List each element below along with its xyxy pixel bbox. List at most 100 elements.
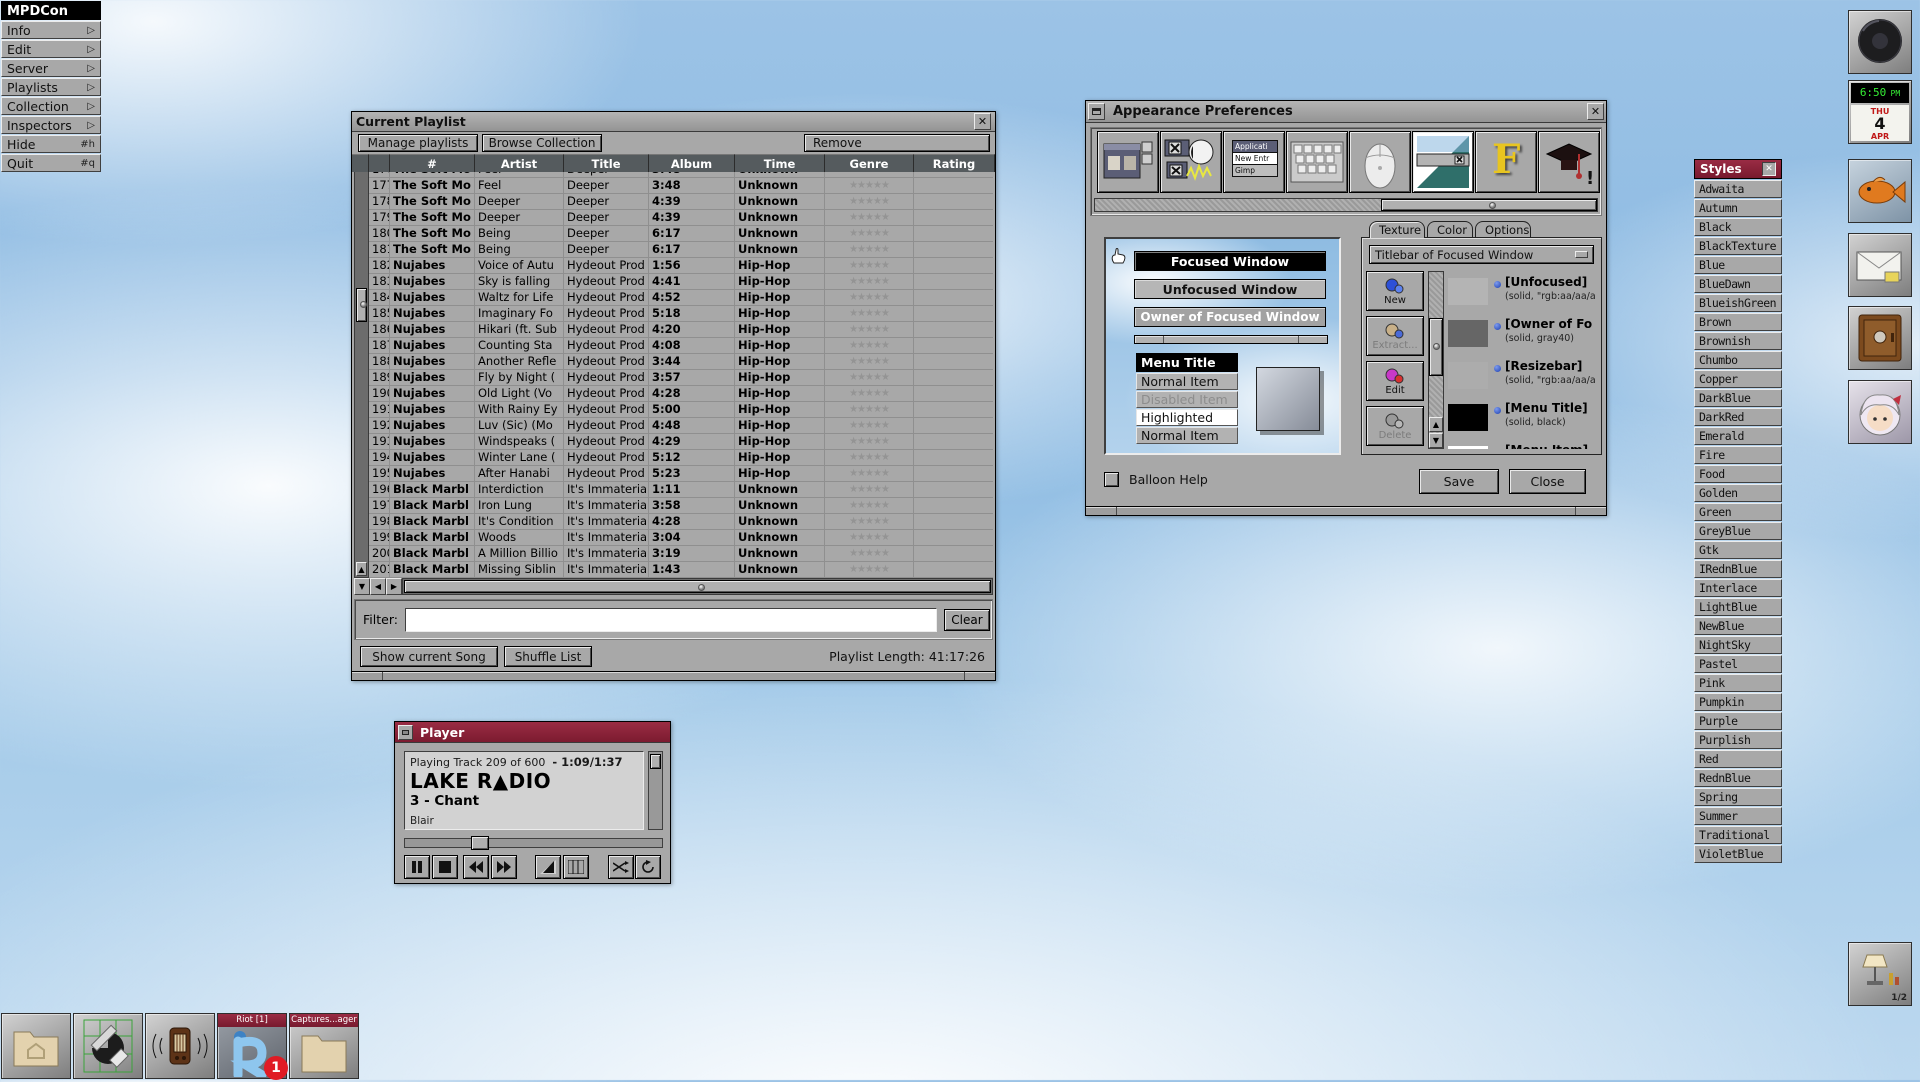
style-item-irednblue[interactable]: IRednBlue [1694, 560, 1782, 578]
keyboard-theme-icon[interactable] [1286, 131, 1348, 193]
style-item-bluedawn[interactable]: BlueDawn [1694, 275, 1782, 293]
table-row[interactable]: 193NujabesWindspeaks (Hydeout Prod4:29Hi… [369, 434, 993, 450]
menu-item-quit[interactable]: Quit#q [1, 154, 101, 172]
style-item-emerald[interactable]: Emerald [1694, 427, 1782, 445]
table-row[interactable]: 191NujabesWith Rainy EyHydeout Prod5:00H… [369, 402, 993, 418]
style-item-blue[interactable]: Blue [1694, 256, 1782, 274]
help-theme-icon[interactable]: ! [1538, 131, 1600, 193]
column-header-album[interactable]: Album [649, 154, 735, 172]
table-row[interactable]: 177The Soft MoFeelDeeper3:48Unknown★★★★★ [369, 178, 993, 194]
table-row[interactable]: 179The Soft MoDeeperDeeper4:39Unknown★★★… [369, 210, 993, 226]
extract-button[interactable]: Extract... [1366, 316, 1424, 356]
show-current-song-button[interactable]: Show current Song [360, 646, 498, 667]
scroll-right-icon[interactable]: ▶ [386, 578, 402, 595]
font-theme-icon[interactable]: F [1475, 131, 1537, 193]
column-header-time[interactable]: Time [735, 154, 825, 172]
tab-color[interactable]: Color [1427, 221, 1473, 238]
stop-button[interactable] [432, 855, 458, 879]
menu-item-inspectors[interactable]: Inspectors▷ [1, 116, 101, 134]
tab-options[interactable]: Options [1475, 221, 1531, 238]
style-item-copper[interactable]: Copper [1694, 370, 1782, 388]
table-row[interactable]: 196Black MarblInterdictionIt's Immateria… [369, 482, 993, 498]
table-row[interactable]: 192NujabesLuv (Sic) (MoHydeout Prod4:48H… [369, 418, 993, 434]
dock-tile-record[interactable] [1848, 10, 1912, 74]
close-icon[interactable]: ✕ [1762, 162, 1776, 176]
pause-button[interactable] [404, 855, 430, 879]
toolbar-scroll-knob[interactable] [1381, 199, 1597, 211]
playlist-titlebar[interactable]: Current Playlist ✕ [352, 112, 995, 132]
table-row[interactable]: 190NujabesOld Light (VoHydeout Prod4:28H… [369, 386, 993, 402]
browse-collection-button[interactable]: Browse Collection [482, 134, 602, 152]
menu-item-info[interactable]: Info▷ [1, 21, 101, 39]
style-item-golden[interactable]: Golden [1694, 484, 1782, 502]
column-header-genre[interactable]: Genre [825, 154, 914, 172]
mpdcon-menu-title[interactable]: MPDCon [1, 1, 101, 20]
texture-list-scrollbar[interactable]: ▲ ▼ [1428, 271, 1444, 449]
table-row[interactable]: 188NujabesAnother RefleHydeout Prod3:44H… [369, 354, 993, 370]
toolbar-scrollbar[interactable] [1094, 198, 1598, 212]
playlist-vertical-scrollbar[interactable]: ▲ [354, 154, 369, 578]
tab-texture[interactable]: Texture [1369, 221, 1425, 238]
style-item-autumn[interactable]: Autumn [1694, 199, 1782, 217]
style-item-lightblue[interactable]: LightBlue [1694, 598, 1782, 616]
style-item-brown[interactable]: Brown [1694, 313, 1782, 331]
mouse-theme-icon[interactable] [1349, 131, 1411, 193]
texture-scroll-knob[interactable] [1429, 318, 1443, 376]
style-item-food[interactable]: Food [1694, 465, 1782, 483]
menu-item-hide[interactable]: Hide#h [1, 135, 101, 153]
miniaturize-icon[interactable] [1088, 103, 1105, 120]
style-item-traditional[interactable]: Traditional [1694, 826, 1782, 844]
table-row[interactable]: 178The Soft MoDeeperDeeper4:39Unknown★★★… [369, 194, 993, 210]
style-item-brownish[interactable]: Brownish [1694, 332, 1782, 350]
scroll-up-icon[interactable]: ▲ [356, 562, 367, 576]
player-titlebar[interactable]: Player [395, 722, 670, 743]
table-row[interactable]: 184NujabesWaltz for LifeHydeout Prod4:52… [369, 290, 993, 306]
close-icon[interactable]: ✕ [974, 113, 991, 130]
scroll-up-icon[interactable]: ▲ [1429, 417, 1443, 432]
edit-button[interactable]: Edit [1366, 361, 1424, 401]
manage-playlists-button[interactable]: Manage playlists [358, 134, 478, 152]
scroll-down-icon[interactable]: ▼ [354, 578, 370, 595]
menus-theme-icon[interactable]: Applicati New Entr Gimp [1223, 131, 1285, 193]
style-item-spring[interactable]: Spring [1694, 788, 1782, 806]
table-row[interactable]: 187NujabesCounting StaHydeout Prod4:08Hi… [369, 338, 993, 354]
dock-tile-gnustep-tool[interactable] [73, 1013, 143, 1079]
texture-target-dropdown[interactable]: Titlebar of Focused Window [1369, 245, 1594, 264]
clear-filter-button[interactable]: Clear [944, 609, 990, 631]
style-item-red[interactable]: Red [1694, 750, 1782, 768]
style-item-nightsky[interactable]: NightSky [1694, 636, 1782, 654]
table-row[interactable]: 186NujabesHikari (ft. SubHydeout Prod4:2… [369, 322, 993, 338]
style-item-darkred[interactable]: DarkRed [1694, 408, 1782, 426]
style-item-greyblue[interactable]: GreyBlue [1694, 522, 1782, 540]
play-indicator-button[interactable] [535, 855, 561, 879]
texture-list-item[interactable]: [Owner of Fo(solid, gray40) [1446, 313, 1597, 355]
style-item-purplish[interactable]: Purplish [1694, 731, 1782, 749]
preview-resizebar[interactable] [1134, 335, 1328, 344]
style-item-gtk[interactable]: Gtk [1694, 541, 1782, 559]
styles-menu-titlebar[interactable]: Styles ✕ [1694, 159, 1782, 179]
dock-tile-fish[interactable] [1848, 159, 1912, 223]
close-button[interactable]: Close [1509, 469, 1586, 494]
previous-button[interactable] [463, 855, 489, 879]
volume-knob[interactable] [650, 754, 661, 769]
dock-tile-riot[interactable]: Riot [1] 1 [217, 1013, 287, 1079]
column-header-artist[interactable]: Artist [475, 154, 564, 172]
column-header-num[interactable]: # [390, 154, 475, 172]
appearance-titlebar[interactable]: Appearance Preferences ✕ [1086, 101, 1606, 123]
table-row[interactable]: 194NujabesWinter Lane (Hydeout Prod5:12H… [369, 450, 993, 466]
column-header-title[interactable]: Title [564, 154, 649, 172]
table-row[interactable]: 199Black MarblWoodsIt's Immateria3:04Unk… [369, 530, 993, 546]
scroll-left-icon[interactable]: ◀ [370, 578, 386, 595]
style-item-summer[interactable]: Summer [1694, 807, 1782, 825]
menu-item-collection[interactable]: Collection▷ [1, 97, 101, 115]
balloon-help-checkbox[interactable] [1104, 472, 1119, 487]
preview-unfocused-titlebar[interactable]: Unfocused Window [1134, 279, 1326, 299]
style-item-violetblue[interactable]: VioletBlue [1694, 845, 1782, 863]
shuffle-button[interactable] [608, 855, 634, 879]
column-header-rating[interactable]: Rating [914, 154, 995, 172]
playlist-resizebar[interactable] [352, 671, 995, 680]
preview-icon-tile[interactable] [1256, 367, 1320, 431]
dock-tile-safe[interactable] [1848, 306, 1912, 370]
preview-owner-titlebar[interactable]: Owner of Focused Window [1134, 307, 1326, 327]
style-item-adwaita[interactable]: Adwaita [1694, 180, 1782, 198]
